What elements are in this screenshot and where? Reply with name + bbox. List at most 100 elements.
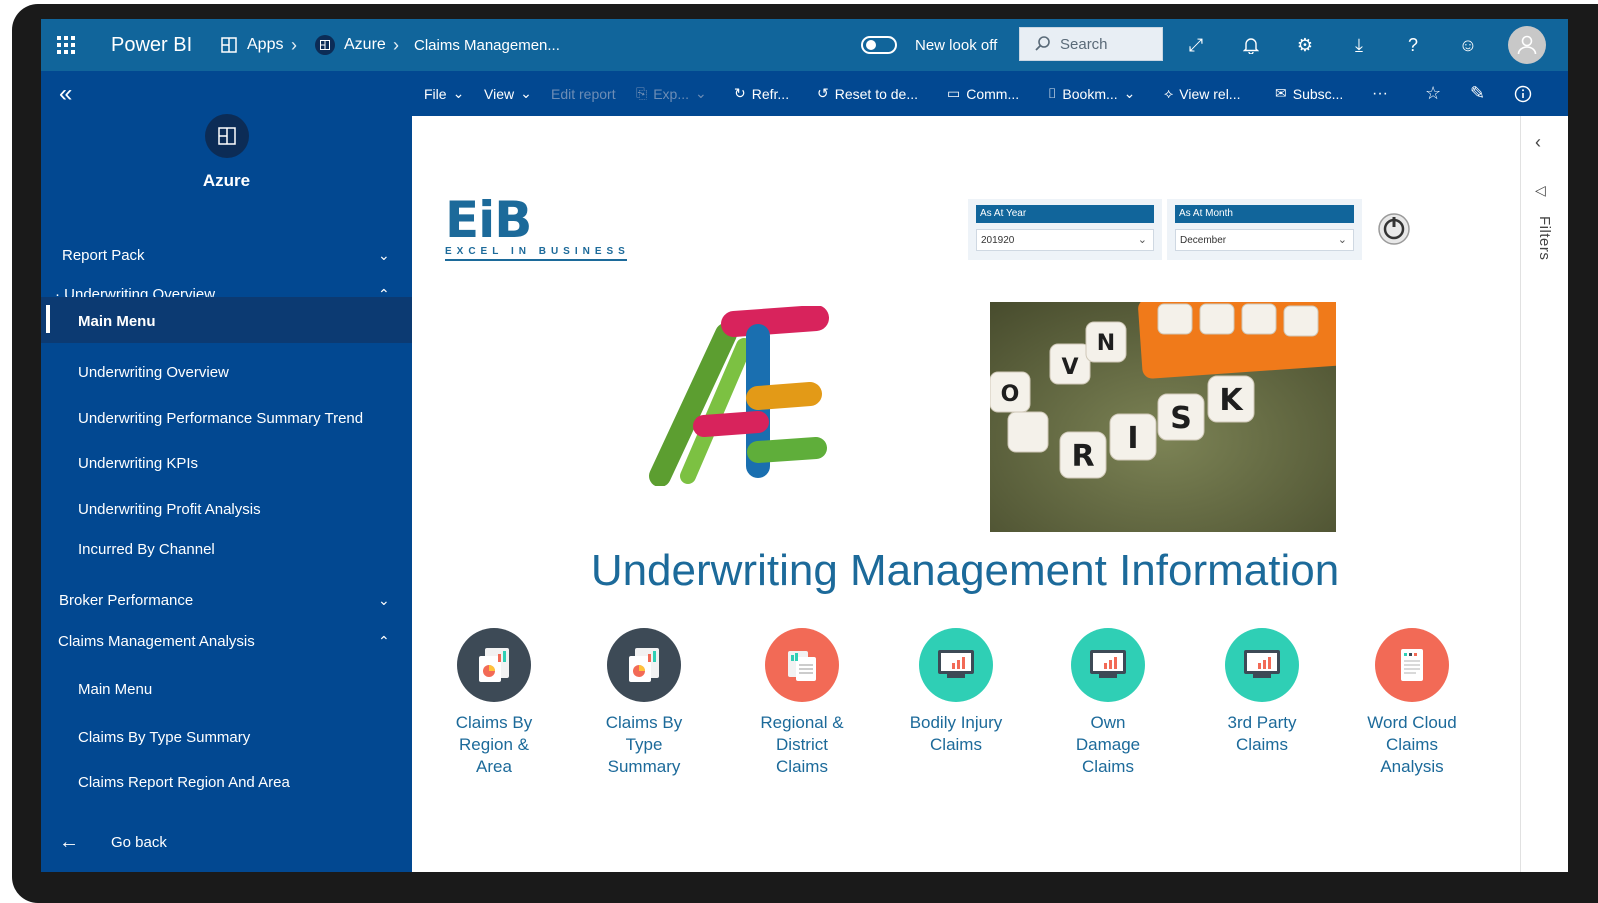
mail-icon: ✉	[1275, 85, 1287, 101]
chevron-down-icon: ⌄	[520, 85, 532, 101]
related-icon: ⟡	[1164, 85, 1174, 101]
year-dropdown[interactable]: 201920 ⌄	[976, 229, 1154, 251]
logo-tagline: EXCEL IN BUSINESS	[445, 246, 627, 261]
nav-section-claims-management[interactable]: Claims Management Analysis ⌃	[58, 629, 412, 653]
workspace-icon	[315, 19, 335, 71]
nav-item-claims-region-area[interactable]: Claims Report Region And Area	[78, 770, 449, 794]
new-look-label: New look off	[915, 36, 998, 54]
powerbi-window: Power BI Apps › Azure › Claims Managemen…	[41, 19, 1568, 872]
tile-word-cloud-claims-analysis[interactable]: Word Cloud Claims Analysis	[1352, 628, 1472, 778]
expand-icon[interactable]: ⤢	[1182, 31, 1210, 59]
subscribe-button[interactable]: ✉ Subsc...	[1275, 71, 1343, 116]
comments-label: Comm...	[966, 85, 1020, 102]
bell-icon[interactable]	[1237, 31, 1265, 59]
more-options-button[interactable]: ···	[1372, 71, 1388, 116]
year-slicer[interactable]: As At Year 201920 ⌄	[968, 199, 1162, 260]
subscribe-label: Subsc...	[1292, 85, 1344, 102]
ae-brand-graphic	[648, 305, 838, 487]
reset-default-button[interactable]: ↺ Reset to de...	[817, 71, 918, 116]
export-icon: ⎘	[636, 85, 648, 101]
comment-icon: ▭	[947, 85, 961, 101]
power-reset-icon	[1378, 213, 1410, 245]
tile-regional-district-claims[interactable]: Regional & District Claims	[742, 628, 862, 778]
star-icon[interactable]: ☆	[1425, 71, 1441, 116]
nav-item-main-menu[interactable]: Main Menu	[78, 309, 449, 333]
go-back-button[interactable]: ← Go back	[59, 827, 259, 857]
nav-section-label: Claims Management Analysis	[58, 632, 255, 650]
arrow-left-icon: ←	[59, 830, 79, 853]
app-launcher-icon[interactable]	[57, 19, 79, 71]
die-letter: I	[1127, 421, 1138, 456]
user-icon	[1517, 35, 1537, 55]
gear-icon[interactable]: ⚙	[1291, 31, 1319, 59]
comments-button[interactable]: ▭ Comm...	[947, 71, 1019, 116]
report-charts-icon	[607, 628, 681, 702]
reset-slicers-button[interactable]	[1377, 212, 1411, 246]
pencil-icon[interactable]: ✎	[1470, 71, 1485, 116]
tile-label-line: Word Cloud	[1367, 713, 1457, 732]
monitor-chart-icon	[1071, 628, 1145, 702]
tile-own-damage-claims[interactable]: Own Damage Claims	[1048, 628, 1168, 778]
tile-label-line: Claims By	[605, 713, 683, 732]
export-menu[interactable]: ⎘ Exp... ⌄	[636, 71, 707, 116]
month-value: December	[1180, 234, 1227, 246]
nav-section-report-pack[interactable]: Report Pack ⌄	[62, 243, 412, 267]
refresh-button[interactable]: ↻ Refr...	[734, 71, 789, 116]
active-indicator	[46, 305, 50, 333]
monitor-chart-icon	[919, 628, 993, 702]
info-icon[interactable]	[1514, 71, 1532, 116]
search-placeholder: Search	[1060, 35, 1108, 53]
filters-pane: ‹ ◁ Filters	[1520, 116, 1568, 872]
expand-filters-icon[interactable]: ‹	[1535, 132, 1541, 153]
edit-report-button[interactable]: Edit report	[551, 71, 616, 116]
tile-3rd-party-claims[interactable]: 3rd Party Claims	[1202, 628, 1322, 756]
tile-bodily-injury-claims[interactable]: Bodily Injury Claims	[896, 628, 1016, 756]
chevron-down-icon: ⌄	[1337, 234, 1347, 246]
tile-label-line: Claims	[1386, 735, 1438, 754]
view-menu[interactable]: View ⌄	[484, 71, 532, 116]
nav-item-performance-summary-trend[interactable]: Underwriting Performance Summary Trend	[78, 406, 449, 430]
reset-label: Reset to de...	[834, 85, 919, 102]
help-icon[interactable]: ?	[1399, 31, 1427, 59]
bookmarks-label: Bookm...	[1062, 85, 1118, 102]
documents-icon	[765, 628, 839, 702]
breadcrumb-azure[interactable]: Azure	[344, 19, 386, 71]
nav-item-incurred-by-channel[interactable]: Incurred By Channel	[78, 537, 449, 561]
nav-item-underwriting-kpis[interactable]: Underwriting KPIs	[78, 451, 449, 475]
chevron-down-icon: ⌄	[1137, 234, 1147, 246]
nav-item-underwriting-overview[interactable]: Underwriting Overview	[78, 360, 449, 384]
nav-item-claims-main-menu[interactable]: Main Menu	[78, 677, 449, 701]
collapse-nav-icon[interactable]: «	[59, 80, 89, 107]
breadcrumb-report[interactable]: Claims Managemen...	[414, 19, 560, 71]
tile-claims-by-region-area[interactable]: Claims By Region & Area	[434, 628, 554, 778]
month-slicer-label: As At Month	[1175, 205, 1354, 223]
download-icon[interactable]: ⤓	[1345, 31, 1373, 59]
new-look-toggle[interactable]	[861, 36, 897, 54]
tile-label-line: 3rd Party	[1227, 713, 1297, 732]
year-slicer-label: As At Year	[976, 205, 1154, 223]
feedback-smiley-icon[interactable]: ☺	[1454, 31, 1482, 59]
nav-section-broker-performance[interactable]: Broker Performance ⌄	[59, 588, 412, 612]
search-input[interactable]: Search	[1019, 27, 1163, 61]
filters-label[interactable]: Filters	[1536, 216, 1553, 260]
logo-letters: EiB	[445, 191, 532, 249]
avatar[interactable]	[1508, 26, 1546, 64]
go-back-label: Go back	[111, 833, 167, 851]
die-letter: R	[1071, 439, 1094, 474]
tile-claims-by-type-summary[interactable]: Claims By Type Summary	[584, 628, 704, 778]
workspace-name: Azure	[202, 171, 251, 190]
nav-item-profit-analysis[interactable]: Underwriting Profit Analysis	[78, 497, 449, 521]
bookmarks-menu[interactable]: ⌷ Bookm... ⌄	[1048, 71, 1135, 116]
month-dropdown[interactable]: December ⌄	[1175, 229, 1354, 251]
filter-funnel-icon[interactable]: ◁	[1535, 182, 1546, 199]
tile-label-line: District	[776, 735, 828, 754]
month-slicer[interactable]: As At Month December ⌄	[1167, 199, 1362, 260]
brand-name[interactable]: Power BI	[111, 19, 192, 71]
view-related-button[interactable]: ⟡ View rel...	[1164, 71, 1240, 116]
tile-label-line: Regional &	[760, 713, 844, 732]
breadcrumb-apps[interactable]: Apps	[247, 19, 283, 71]
nav-item-claims-by-type-summary[interactable]: Claims By Type Summary	[78, 725, 449, 749]
file-menu[interactable]: File ⌄	[424, 71, 464, 116]
chevron-down-icon: ⌄	[452, 85, 465, 101]
top-bar: Power BI Apps › Azure › Claims Managemen…	[41, 19, 1568, 71]
